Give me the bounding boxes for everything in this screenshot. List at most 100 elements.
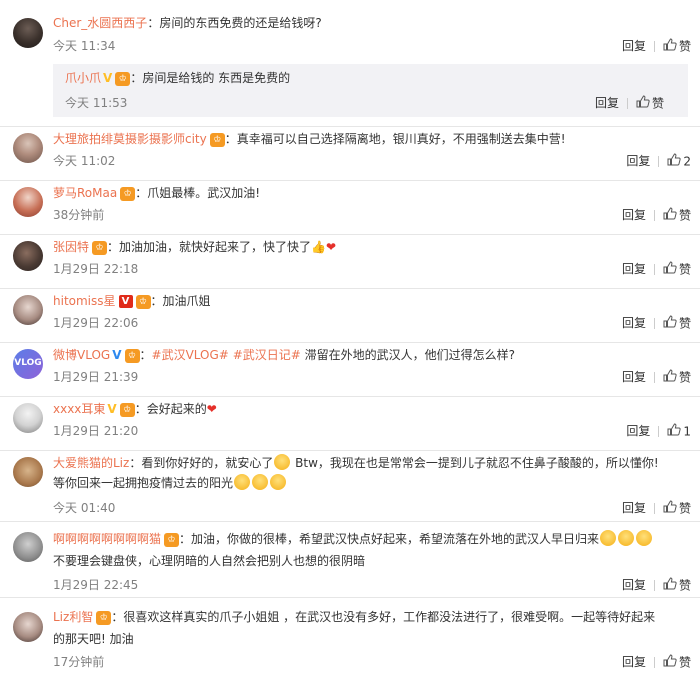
like-count[interactable]: 赞 [679,40,691,54]
colon: ： [150,294,163,308]
username[interactable]: 啊啊啊啊啊啊啊啊猫 [53,532,161,546]
thumbs-up-icon[interactable] [636,95,650,112]
avatar[interactable] [13,295,43,325]
reply-button[interactable]: 回复 [626,424,650,438]
username[interactable]: 大爱熊猫的Liz [53,456,129,470]
comment-text-line2: 等你回来一起拥抱疫情过去的阳光 [53,476,234,490]
like-count[interactable]: 赞 [679,263,691,277]
thumbs-up-icon[interactable] [667,423,682,440]
comment-item: 萝马RoMaa ♔ ：爪姐最棒。武汉加油! 38分钟前 回复 赞 [0,181,700,235]
hashtag-link[interactable]: #武汉VLOG# [152,348,229,362]
thumbs-up-icon[interactable] [667,153,682,170]
like-count[interactable]: 赞 [679,317,691,331]
comment-item: xxxx耳東 V ♔ ：会好起来的❤ 1月29日 21:20 回复 1 [0,397,700,451]
colon: ： [139,348,152,362]
username[interactable]: 张因特 [53,240,89,254]
username[interactable]: 大理旅拍绯莫摄影摄影师city [53,132,207,146]
comment-item: 啊啊啊啊啊啊啊啊猫 ♔ ：加油，你做的很棒，希望武汉快点好起来，希望流落在外地的武汉… [0,522,700,598]
username[interactable]: xxxx耳東 [53,402,105,416]
reply-button[interactable]: 回复 [622,655,646,669]
heart-icon: ❤ [326,240,337,254]
username[interactable]: hitomiss星 [53,294,116,308]
reply-button[interactable]: 回复 [626,154,650,168]
heart-icon: ❤ [206,402,217,416]
divider [653,657,655,668]
username[interactable]: Cher_水圆西西子 [53,16,147,30]
like-count[interactable]: 赞 [679,579,691,593]
colon: ： [111,610,124,624]
comment-text-line2: 不要理会键盘侠，心理阴暗的人自然会把别人也想的很阴暗 [53,554,366,568]
colon: ： [107,240,120,254]
comment-text: 加油加油，就快好起来了，快了快了 [119,240,312,254]
crown-icon: ♔ [120,186,136,201]
avatar[interactable] [13,133,43,163]
username[interactable]: 爪小爪 [65,71,101,85]
avatar[interactable]: VLOG [13,349,43,379]
comment-text: 很喜欢这样真实的爪子小姐姐 ，在武汉也没有多好，工作都没法进行了，很难受啊。一起… [123,610,656,624]
grin-emoji-icon [252,474,269,490]
username[interactable]: 微博VLOG [53,348,110,362]
avatar[interactable] [13,532,43,562]
divider [653,503,655,514]
username[interactable]: Liz利智 [53,610,93,624]
reply-button[interactable]: 回复 [622,208,646,222]
thumbs-up-icon[interactable] [663,315,677,332]
avatar[interactable] [13,187,43,217]
reply-button[interactable]: 回复 [622,262,646,276]
divider [653,372,655,383]
colon: ： [179,532,192,546]
like-count[interactable]: 赞 [679,209,691,223]
comment-item: 大理旅拍绯莫摄影摄影师city ♔ ：真幸福可以自己选择隔离地，银川真好，不用强制送… [0,127,700,181]
like-count[interactable]: 赞 [652,97,664,111]
thumbs-up-icon[interactable] [663,207,677,224]
like-count[interactable]: 1 [683,425,691,439]
verified-gold-icon: V [103,71,113,85]
hashtag-link[interactable]: #武汉日记# [233,348,301,362]
reply-button[interactable]: 回复 [622,370,646,384]
avatar[interactable] [13,403,43,433]
like-count[interactable]: 赞 [679,656,691,670]
reply-button[interactable]: 回复 [622,39,646,53]
reply-button[interactable]: 回复 [622,501,646,515]
reply-button[interactable]: 回复 [622,578,646,592]
thumbs-up-emoji-icon: 👍 [311,240,326,254]
thumbs-up-icon[interactable] [663,654,677,671]
hug-emoji-icon [600,530,617,546]
comment-text: 加油爪姐 [162,294,211,308]
hug-emoji-icon [618,530,635,546]
thumbs-up-icon[interactable] [663,38,677,55]
colon: ： [224,132,237,146]
colon: ： [134,402,147,416]
divider [653,580,655,591]
avatar[interactable] [13,457,43,487]
thumbs-up-icon[interactable] [663,577,677,594]
comment-text: 会好起来的 [146,402,207,416]
sub-reply-box: 爪小爪 V ♔ ：房间是给钱的 东西是免费的 今天 11:53 回复 赞 [53,64,688,117]
avatar[interactable] [13,241,43,271]
verified-red-icon: V [118,295,133,308]
reply-button[interactable]: 回复 [595,96,619,110]
comment-time: 1月29日 22:06 [53,316,139,330]
avatar[interactable] [13,18,43,48]
comment-item: 张因特 ♔ ：加油加油，就快好起来了，快了快了👍❤ 1月29日 22:18 回复 赞 [0,235,700,289]
comment-time: 1月29日 22:18 [53,262,139,276]
comment-item: 大爱熊猫的Liz：看到你好好的，就安心了 Btw，我现在也是常常会一提到儿子就忍… [0,451,700,522]
colon: ： [135,186,148,200]
username[interactable]: 萝马RoMaa [53,186,117,200]
thumbs-up-icon[interactable] [663,369,677,386]
thumbs-up-icon[interactable] [663,500,677,517]
thumbs-up-icon[interactable] [663,261,677,278]
comment-time: 1月29日 22:45 [53,578,139,592]
avatar[interactable] [13,612,43,642]
like-count[interactable]: 赞 [679,371,691,385]
comment-list: Cher_水圆西西子：房间的东西免费的还是给钱呀? 今天 11:34 回复赞 爪… [0,0,700,679]
divider [658,426,660,437]
like-count[interactable]: 2 [683,155,691,169]
comment-text: 房间是给钱的 东西是免费的 [142,71,291,85]
crown-icon: ♔ [209,132,225,147]
crown-icon: ♔ [119,402,135,417]
comment-time: 1月29日 21:20 [53,424,139,438]
comment-text: 看到你好好的，就安心了 [141,456,274,470]
reply-button[interactable]: 回复 [622,316,646,330]
like-count[interactable]: 赞 [679,502,691,516]
